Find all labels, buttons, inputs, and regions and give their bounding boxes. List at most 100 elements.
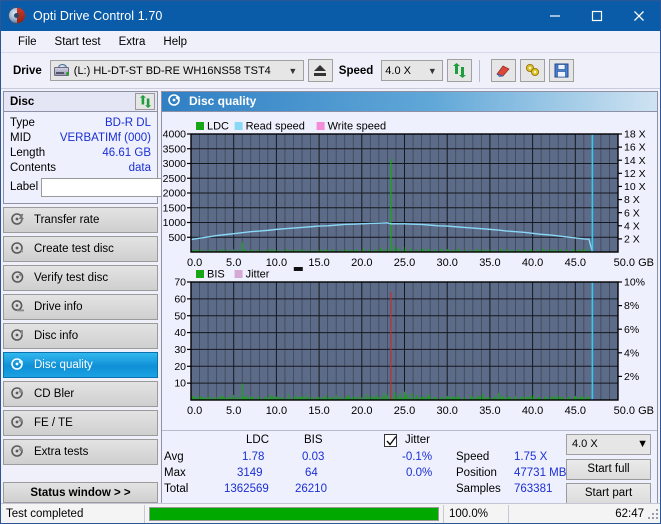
- disc-length-value: 46.61 GB: [102, 146, 151, 159]
- y-tick-label: 4000: [163, 128, 187, 140]
- stat-header-ldc: LDC: [246, 433, 270, 446]
- drive-toolbar: Drive (L:) HL-DT-ST BD-RE WH16NS58 TST4 …: [1, 53, 660, 89]
- disc-contents-label: Contents: [10, 161, 57, 174]
- panel-header: Disc quality: [162, 92, 657, 112]
- legend-marker: [293, 266, 303, 271]
- tools-button[interactable]: [520, 59, 546, 82]
- stat-row-label-avg: Avg: [164, 450, 184, 463]
- drive-select[interactable]: (L:) HL-DT-ST BD-RE WH16NS58 TST4 ▼: [49, 60, 304, 81]
- y-tick-label: 1500: [163, 202, 187, 214]
- legend-swatch: [234, 269, 243, 278]
- y2-tick-label: 6%: [624, 323, 639, 335]
- save-button[interactable]: [549, 59, 575, 82]
- refresh-icon: [453, 63, 467, 78]
- erase-button[interactable]: [491, 59, 517, 82]
- status-divider: [144, 504, 145, 523]
- disc-properties: Type BD-R DL MID VERBATIMf (000) Length …: [4, 112, 249, 203]
- y2-tick-label: 2%: [624, 371, 639, 383]
- disc-quality-top-chart: LDC Read speed Write speed 500 1000 1500 2000 2…: [163, 120, 654, 269]
- minimize-button[interactable]: [534, 1, 576, 31]
- y-tick-label: 3000: [163, 158, 187, 170]
- x-tick-label: 15.0: [308, 405, 329, 417]
- status-window-button[interactable]: Status window > >: [3, 482, 158, 503]
- sidebar-item-disc-quality[interactable]: Disc quality: [3, 352, 158, 378]
- sidebar-item-cd-bler[interactable]: CD Bler: [3, 381, 158, 407]
- disc-label-caption: Label: [10, 181, 39, 193]
- maximize-button[interactable]: [576, 1, 618, 31]
- sidebar-label: Transfer rate: [34, 214, 100, 226]
- menu-file[interactable]: File: [9, 34, 46, 50]
- disc-length-label: Length: [10, 146, 46, 159]
- menu-start-test[interactable]: Start test: [46, 34, 110, 50]
- y-tick-label: 20: [174, 360, 186, 372]
- x-tick-label: 0.0: [187, 257, 202, 269]
- eraser-icon: [496, 65, 510, 77]
- test-speed-select[interactable]: 4.0 X ▼: [566, 433, 651, 455]
- y2-tick-label: 4%: [624, 347, 639, 359]
- sidebar: Disc Type BD-R DL MID VERBATIMf (000) Le…: [1, 89, 249, 505]
- speed-select[interactable]: 4.0 X ▼: [381, 60, 444, 81]
- legend-label: LDC: [207, 120, 229, 132]
- disc-quality-icon: [11, 357, 25, 374]
- eject-button[interactable]: [307, 59, 333, 82]
- sidebar-label: Disc quality: [34, 359, 93, 371]
- x-tick-label: 15.0: [308, 257, 329, 269]
- disc-refresh-button[interactable]: [135, 93, 155, 110]
- y2-tick-label: 12 X: [624, 168, 646, 180]
- y-tick-label: 70: [174, 276, 186, 288]
- window-controls: [534, 1, 660, 31]
- disc-type-label: Type: [10, 116, 35, 129]
- sidebar-item-transfer-rate[interactable]: Transfer rate: [3, 207, 158, 233]
- x-tick-label: 35.0: [479, 405, 500, 417]
- sidebar-item-extra-tests[interactable]: Extra tests: [3, 439, 158, 465]
- toolbar-divider: [479, 59, 481, 82]
- disc-row-mid: MID VERBATIMf (000): [10, 130, 151, 145]
- disc-info-icon: [11, 328, 25, 345]
- sidebar-item-fe-te[interactable]: FE / TE: [3, 410, 158, 436]
- y2-tick-label: 10 X: [624, 181, 646, 193]
- menu-help[interactable]: Help: [154, 34, 196, 50]
- x-tick-label: 10.0: [266, 405, 287, 417]
- legend-label: Jitter: [246, 268, 270, 280]
- sidebar-item-disc-info[interactable]: Disc info: [3, 323, 158, 349]
- disc-row-contents: Contents data: [10, 160, 151, 175]
- disc-quality-panel: Disc quality LDC Read speed Write speed 500…: [161, 91, 658, 505]
- disc-type-value: BD-R DL: [104, 116, 151, 129]
- refresh-button[interactable]: [447, 59, 473, 82]
- disc-row-length: Length 46.61 GB: [10, 145, 151, 160]
- sidebar-item-verify-test-disc[interactable]: Verify test disc: [3, 265, 158, 291]
- sidebar-item-drive-info[interactable]: Drive info: [3, 294, 158, 320]
- stat-row-label-max: Max: [164, 466, 186, 479]
- menu-extra[interactable]: Extra: [110, 34, 155, 50]
- disc-mid-value: VERBATIMf (000): [59, 131, 151, 144]
- speed-stat-label: Speed: [456, 450, 490, 463]
- disc-info-panel: Disc Type BD-R DL MID VERBATIMf (000) Le…: [3, 91, 249, 204]
- y2-tick-label: 14 X: [624, 154, 646, 166]
- close-button[interactable]: [618, 1, 660, 31]
- panel-title: Disc quality: [189, 94, 257, 109]
- jitter-label: Jitter: [405, 433, 430, 446]
- resize-grip-icon: [648, 509, 658, 519]
- disc-panel-title: Disc: [10, 95, 35, 108]
- sidebar-label: Create test disc: [34, 243, 114, 255]
- cd-bler-icon: [11, 386, 25, 403]
- disc-row-type: Type BD-R DL: [10, 115, 151, 130]
- status-message: Test completed: [6, 507, 84, 520]
- x-tick-label: 10.0: [266, 257, 287, 269]
- x-tick-label: 45.0: [565, 405, 586, 417]
- y2-tick-label: 8 X: [624, 194, 640, 206]
- y2-tick-label: 10%: [624, 276, 645, 288]
- navigation-list: Transfer rate Create test disc Verify te…: [3, 207, 158, 465]
- y2-tick-label: 6 X: [624, 207, 640, 219]
- x-tick-label: 30.0: [436, 257, 457, 269]
- jitter-checkbox[interactable]: [384, 433, 397, 447]
- y2-tick-label: 16 X: [624, 141, 646, 153]
- start-part-button[interactable]: Start part: [566, 482, 651, 504]
- sidebar-item-create-test-disc[interactable]: Create test disc: [3, 236, 158, 262]
- disc-verify-icon: [11, 270, 25, 287]
- sidebar-label: FE / TE: [34, 417, 73, 429]
- start-full-button[interactable]: Start full: [566, 458, 651, 480]
- stat-header-bis: BIS: [304, 433, 323, 446]
- disc-create-icon: [11, 241, 25, 258]
- chevron-down-icon: ▼: [637, 438, 648, 451]
